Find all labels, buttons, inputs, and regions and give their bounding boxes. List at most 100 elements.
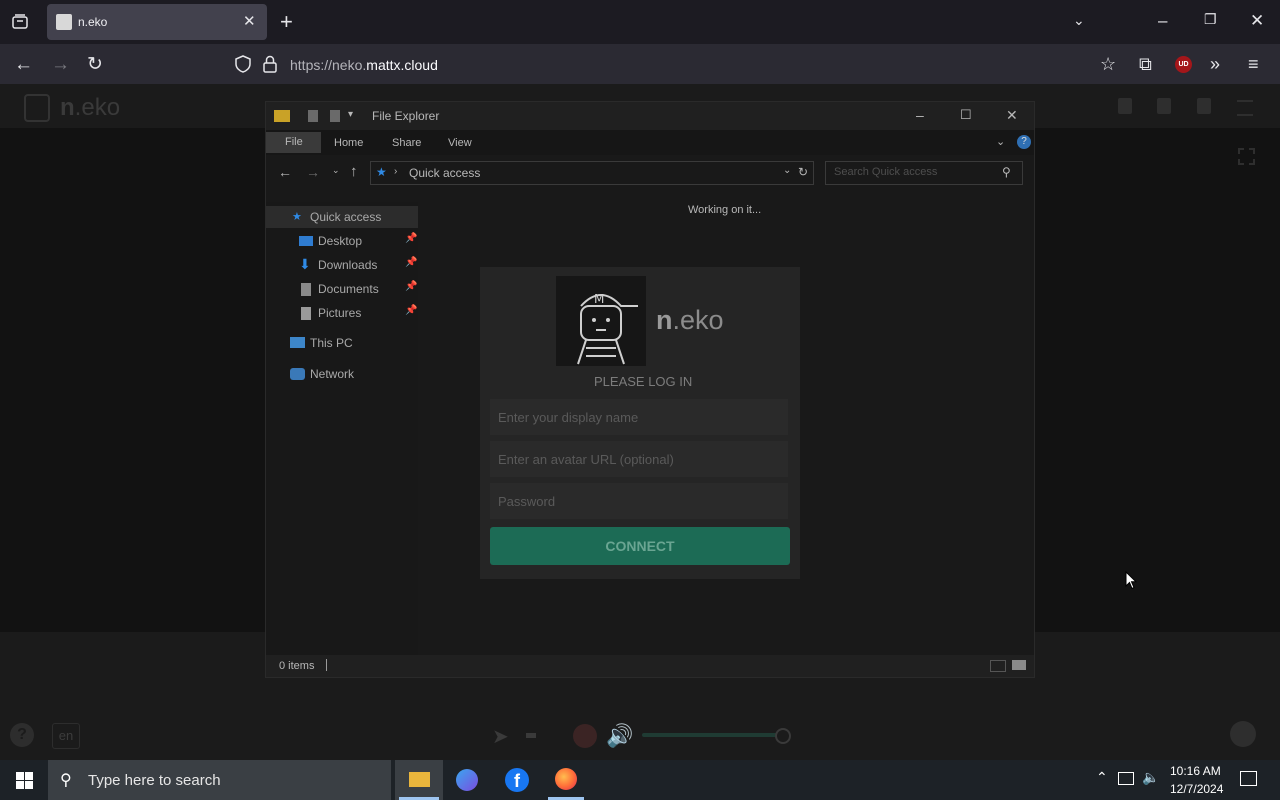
new-folder-icon[interactable] (330, 110, 340, 122)
url-bar[interactable]: https://neko.mattx.cloud ☆ (228, 48, 1280, 80)
emoji-icon[interactable] (1230, 721, 1256, 747)
fe-maximize-icon[interactable]: ☐ (960, 107, 972, 123)
fullscreen-icon[interactable] (1238, 148, 1255, 165)
fe-item-count: 0 items (279, 660, 315, 672)
password-input[interactable] (490, 483, 788, 519)
back-icon[interactable]: ← (14, 55, 33, 74)
nav-network-label: Network (310, 367, 355, 381)
fe-recent-icon[interactable]: ⌄ (332, 165, 340, 176)
avatar-url-input[interactable] (490, 441, 788, 477)
fe-address-bar[interactable]: ★ › Quick access ⌄ ↻ (370, 161, 814, 185)
fe-help-icon[interactable]: ? (1017, 135, 1031, 149)
nav-downloads[interactable]: ⬇ Downloads 📌 (266, 254, 418, 276)
bookmark-star-icon[interactable]: ☆ (1100, 55, 1116, 73)
ribbon-expand-icon[interactable]: ⌄ (996, 135, 1005, 148)
url-prefix: https://neko. (290, 57, 367, 73)
fe-up-icon[interactable]: ↑ (350, 163, 358, 180)
login-logo-text: n.eko (656, 305, 724, 336)
fe-back-icon[interactable]: ← (278, 164, 292, 180)
nav-desktop[interactable]: Desktop 📌 (266, 230, 418, 252)
pin-icon: 📌 (405, 305, 418, 316)
more-tools-icon[interactable]: » (1210, 55, 1220, 73)
ublock-icon[interactable]: UD (1175, 56, 1192, 73)
new-tab-icon[interactable]: + (280, 11, 293, 33)
fe-title: File Explorer (372, 109, 440, 123)
clock-time[interactable]: 10:16 AM (1170, 764, 1221, 778)
customize-qa-icon[interactable]: ▾ (348, 109, 353, 120)
details-view-icon[interactable] (990, 660, 1006, 672)
nav-quick-access[interactable]: ★ Quick access (266, 206, 418, 228)
settings-icon[interactable] (1197, 98, 1211, 114)
taskbar-firefox-button[interactable] (546, 760, 586, 800)
separator-dot (526, 733, 536, 738)
volume-slider-handle[interactable] (775, 728, 791, 744)
ribbon-tab-file[interactable]: File (266, 132, 321, 153)
fe-search-icon[interactable]: ⚲ (1002, 165, 1011, 179)
nav-this-pc-label: This PC (310, 336, 353, 350)
connect-button[interactable]: CONNECT (490, 527, 790, 565)
lock-icon[interactable] (262, 55, 278, 78)
fe-address-dropdown-icon[interactable]: ⌄ (783, 165, 791, 176)
ribbon-tab-view[interactable]: View (448, 137, 472, 149)
login-heading: PLEASE LOG IN (594, 374, 693, 389)
fe-minimize-icon[interactable]: – (916, 107, 924, 123)
windows-start-icon[interactable] (16, 772, 33, 794)
close-window-icon[interactable]: ✕ (1250, 12, 1264, 29)
login-logo-rest: .eko (672, 305, 724, 335)
reload-icon[interactable]: ↻ (87, 55, 103, 74)
clock-date[interactable]: 12/7/2024 (1170, 782, 1223, 796)
restore-icon[interactable]: ❐ (1204, 12, 1217, 26)
minimize-icon[interactable]: – (1158, 12, 1167, 29)
nav-network[interactable]: Network (266, 363, 418, 385)
url-domain: mattx.cloud (366, 57, 438, 73)
volume-slider[interactable] (642, 733, 782, 737)
taskbar-copilot-icon[interactable] (456, 769, 478, 791)
nav-this-pc[interactable]: This PC (266, 332, 418, 354)
help-icon[interactable]: ? (10, 723, 34, 747)
chevron-down-icon[interactable]: ⌄ (1073, 13, 1085, 27)
shield-icon[interactable] (234, 55, 252, 78)
lock-room-icon[interactable] (1157, 98, 1171, 114)
volume-icon[interactable]: 🔊 (606, 723, 633, 749)
record-icon[interactable] (573, 724, 597, 748)
show-hidden-icons[interactable]: ⌃ (1096, 769, 1108, 786)
display-name-input[interactable] (490, 399, 788, 435)
nav-pictures-label: Pictures (318, 306, 362, 320)
fe-forward-icon[interactable]: → (306, 164, 320, 180)
host-icon[interactable] (1118, 98, 1132, 114)
browser-tab[interactable]: n.eko ✕ (47, 4, 267, 40)
taskbar-facebook-icon[interactable]: f (505, 768, 529, 792)
nav-documents-label: Documents (318, 282, 379, 296)
language-button[interactable]: en (52, 723, 80, 749)
taskbar-search-box[interactable]: ⚲ Type here to search (48, 760, 391, 800)
fe-address-text: Quick access (409, 166, 481, 180)
volume-muted-icon[interactable]: 🔈 (1142, 769, 1159, 786)
fe-close-icon[interactable]: ✕ (1006, 107, 1018, 124)
tab-favicon-icon (56, 14, 72, 30)
file-explorer-icon (409, 772, 430, 787)
fe-refresh-icon[interactable]: ↻ (798, 165, 808, 179)
large-icons-view-icon[interactable] (1012, 660, 1026, 670)
ribbon-tab-home[interactable]: Home (334, 137, 363, 149)
taskbar-file-explorer-button[interactable] (395, 760, 443, 800)
fe-title-bar: ▾ File Explorer – ☐ ✕ (266, 102, 1034, 130)
menu-icon[interactable]: ≡ (1248, 55, 1259, 73)
properties-icon[interactable] (308, 110, 318, 122)
fe-status-bar: 0 items (266, 655, 1034, 677)
ribbon-tab-share[interactable]: Share (392, 137, 421, 149)
forward-icon[interactable]: → (51, 55, 70, 74)
nav-documents[interactable]: Documents 📌 (266, 278, 418, 300)
nav-pictures[interactable]: Pictures 📌 (266, 302, 418, 324)
fe-navigation-pane: ★ Quick access Desktop 📌 ⬇ Downloads 📌 D… (266, 202, 418, 657)
fe-search-box[interactable]: Search Quick access ⚲ (825, 161, 1023, 185)
extensions-icon[interactable]: ⧉ (1139, 55, 1152, 73)
login-logo-bold: n (656, 305, 673, 335)
quick-access-star-icon: ★ (292, 211, 302, 223)
tab-close-icon[interactable]: ✕ (243, 14, 256, 29)
cursor-control-icon[interactable]: ➤ (492, 724, 509, 749)
hamburger-icon[interactable] (1237, 100, 1253, 116)
folder-icon (274, 110, 290, 122)
network-tray-icon[interactable] (1118, 772, 1134, 785)
tab-list-icon[interactable] (10, 13, 30, 34)
action-center-icon[interactable] (1240, 771, 1257, 786)
